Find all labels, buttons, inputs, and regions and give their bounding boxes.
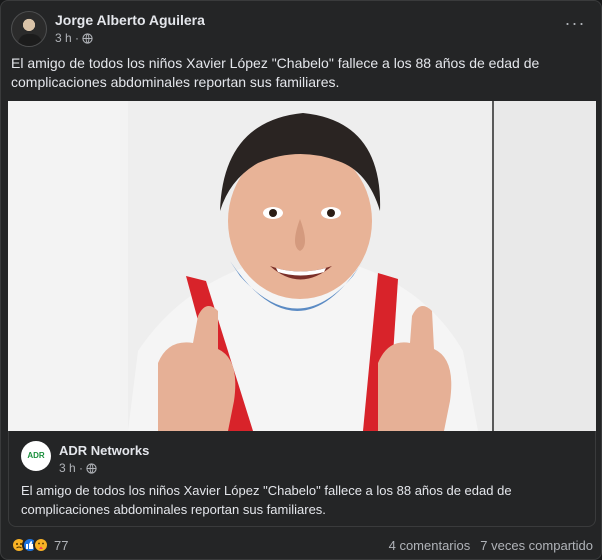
author-name[interactable]: Jorge Alberto Aguilera bbox=[55, 12, 205, 28]
image-divider bbox=[492, 101, 494, 431]
shared-post[interactable]: ADR ADR Networks 3 h · El amigo de todos… bbox=[8, 431, 596, 527]
reaction-summary[interactable]: 77 bbox=[11, 537, 68, 553]
post-header: Jorge Alberto Aguilera 3 h · ··· bbox=[11, 9, 593, 49]
adr-logo: ADR bbox=[27, 451, 45, 460]
post-stats: 4 comentarios 7 veces compartido bbox=[389, 538, 593, 553]
shared-author-name[interactable]: ADR Networks bbox=[59, 443, 149, 458]
post-card: Jorge Alberto Aguilera 3 h · ··· El amig… bbox=[0, 0, 602, 560]
shared-post-meta: 3 h · bbox=[59, 461, 97, 475]
shared-post-time[interactable]: 3 h · bbox=[59, 461, 83, 475]
post-footer: 77 4 comentarios 7 veces compartido bbox=[11, 535, 593, 555]
chabelo-photo bbox=[8, 101, 596, 431]
shares-count[interactable]: 7 veces compartido bbox=[480, 538, 593, 553]
comments-count[interactable]: 4 comentarios bbox=[389, 538, 471, 553]
globe-icon bbox=[86, 462, 97, 474]
author-avatar[interactable] bbox=[11, 11, 47, 47]
shared-post-text: El amigo de todos los niños Xavier López… bbox=[21, 483, 512, 517]
more-options-icon[interactable]: ··· bbox=[563, 14, 587, 39]
post-meta: 3 h · bbox=[55, 31, 93, 45]
post-time[interactable]: 3 h · bbox=[55, 31, 79, 45]
reaction-count: 77 bbox=[54, 537, 69, 553]
shared-author-avatar[interactable]: ADR bbox=[21, 441, 51, 471]
post-text: El amigo de todos los niños Xavier López… bbox=[11, 55, 540, 90]
care-reaction-icon bbox=[33, 537, 49, 553]
globe-icon bbox=[82, 32, 93, 44]
post-image[interactable] bbox=[8, 101, 596, 431]
